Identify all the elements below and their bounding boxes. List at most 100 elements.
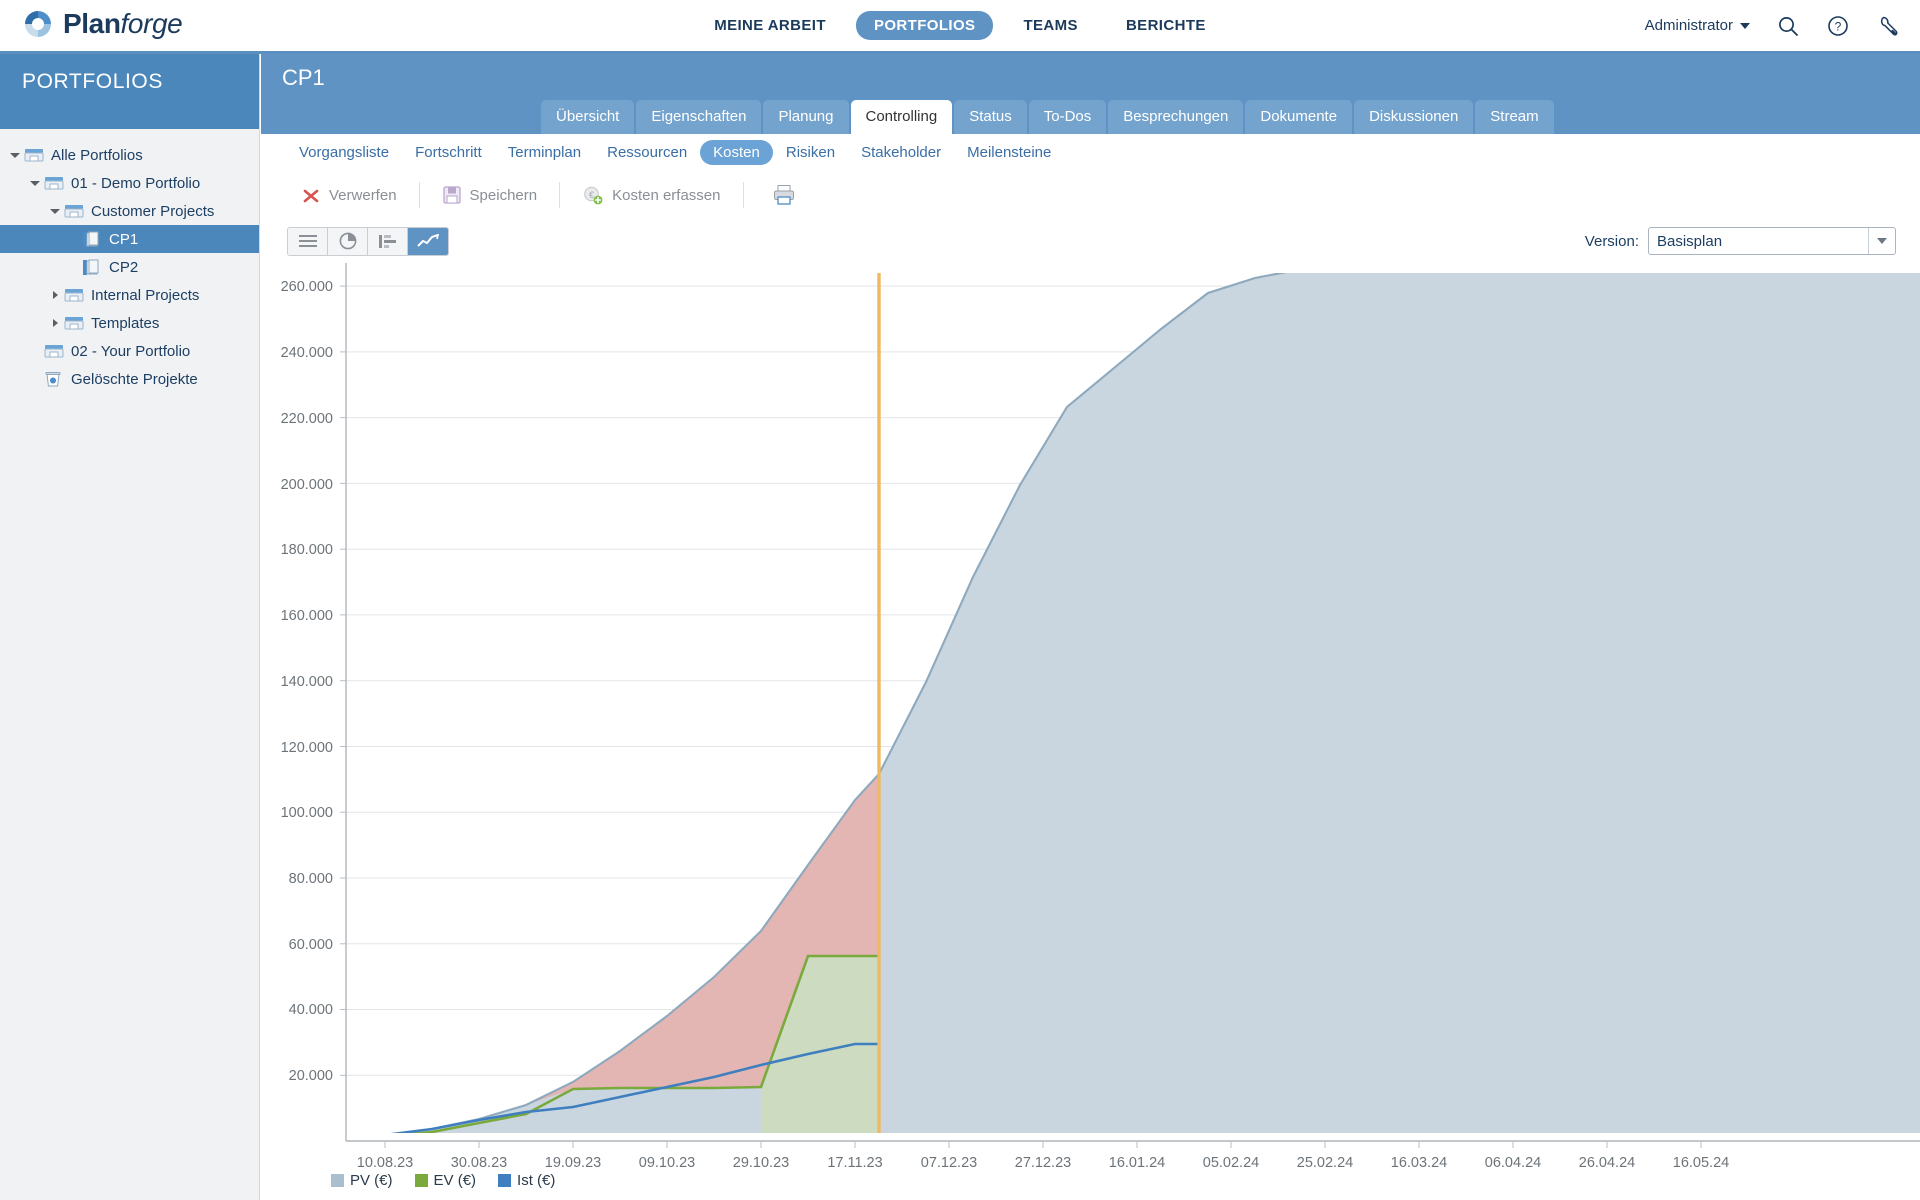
- y-tick-label: 220.000: [281, 411, 333, 427]
- x-tick-label: 30.08.23: [451, 1155, 507, 1171]
- discard-label: Verwerfen: [329, 186, 397, 204]
- tree-item-label: CP1: [109, 230, 139, 248]
- legend-swatch-ist: [498, 1174, 512, 1187]
- tab-to-dos[interactable]: To-Dos: [1028, 100, 1107, 134]
- subnav-kosten[interactable]: Kosten: [700, 140, 773, 165]
- x-tick-label: 10.08.23: [357, 1155, 413, 1171]
- project-icon: [82, 259, 106, 276]
- search-icon[interactable]: [1776, 14, 1800, 38]
- page-title: CP1: [282, 65, 325, 90]
- twisty-expanded-icon[interactable]: [26, 169, 44, 197]
- nav-teams[interactable]: TEAMS: [1005, 11, 1096, 40]
- y-tick-label: 100.000: [281, 805, 333, 821]
- help-icon[interactable]: ?: [1826, 14, 1850, 38]
- tree-item-templates[interactable]: Templates: [0, 309, 259, 337]
- tree-item-cp2[interactable]: CP2: [0, 253, 259, 281]
- tab-status[interactable]: Status: [954, 100, 1027, 134]
- subnav-meilensteine[interactable]: Meilensteine: [954, 140, 1064, 165]
- list-view-icon[interactable]: [288, 227, 328, 255]
- version-control: Version: Basisplan: [1585, 227, 1896, 255]
- x-tick-label: 27.12.23: [1015, 1155, 1071, 1171]
- subnav-vorgangsliste[interactable]: Vorgangsliste: [286, 140, 402, 165]
- x-tick-label: 26.04.24: [1579, 1155, 1635, 1171]
- subnav-stakeholder[interactable]: Stakeholder: [848, 140, 954, 165]
- legend-item-pv[interactable]: PV (€): [331, 1172, 393, 1189]
- x-tick-label: 07.12.23: [921, 1155, 977, 1171]
- tree-item-alle-portfolios[interactable]: Alle Portfolios: [0, 141, 259, 169]
- subnav-ressourcen[interactable]: Ressourcen: [594, 140, 700, 165]
- portfolio-folder-icon: [44, 175, 68, 191]
- user-menu[interactable]: Administrator: [1645, 17, 1750, 34]
- toolbar-divider: [418, 182, 420, 208]
- line-chart-icon[interactable]: [408, 227, 448, 255]
- twisty-collapsed-icon[interactable]: [46, 281, 64, 309]
- tab-eigenschaften[interactable]: Eigenschaften: [636, 100, 762, 134]
- twisty-placeholder: [64, 225, 82, 253]
- tree-item-customer-projects[interactable]: Customer Projects: [0, 197, 259, 225]
- user-name: Administrator: [1644, 17, 1733, 34]
- tab-planung[interactable]: Planung: [763, 100, 849, 134]
- tree-item-geloeschte-projekte[interactable]: Gelöschte Projekte: [0, 365, 259, 393]
- portfolio-folder-icon: [64, 315, 88, 331]
- tree-item-02-your-portfolio[interactable]: 02 - Your Portfolio: [0, 337, 259, 365]
- trash-icon: [44, 371, 68, 388]
- top-right-actions: Administrator ?: [1645, 0, 1900, 51]
- tree-item-internal-projects[interactable]: Internal Projects: [0, 281, 259, 309]
- legend-swatch-ev: [414, 1174, 428, 1187]
- tree-item-label: Alle Portfolios: [51, 146, 143, 164]
- x-tick-label: 29.10.23: [733, 1155, 789, 1171]
- toolbar-divider: [559, 182, 561, 208]
- x-tick-label: 16.01.24: [1109, 1155, 1165, 1171]
- evm-chart-svg: 20.000 40.000 60.000 80.000 100.000 120.…: [281, 263, 1920, 1171]
- y-tick-label: 240.000: [281, 345, 333, 361]
- capture-costs-button[interactable]: € Kosten erfassen: [568, 181, 734, 209]
- discard-button[interactable]: Verwerfen: [287, 181, 411, 209]
- chart-legend: PV (€) EV (€) Ist (€): [331, 1172, 555, 1189]
- tab-besprechungen[interactable]: Besprechungen: [1108, 100, 1244, 134]
- twisty-expanded-icon[interactable]: [46, 197, 64, 225]
- version-value: Basisplan: [1657, 232, 1723, 250]
- save-floppy-icon: [442, 186, 461, 204]
- subnav-terminplan[interactable]: Terminplan: [495, 140, 594, 165]
- tab-controlling[interactable]: Controlling: [850, 100, 953, 134]
- portfolio-folder-icon: [64, 287, 88, 303]
- tab-diskussionen[interactable]: Diskussionen: [1354, 100, 1474, 134]
- nav-berichte[interactable]: BERICHTE: [1108, 11, 1224, 40]
- controlling-subnav: Vorgangsliste Fortschritt Terminplan Res…: [261, 134, 1920, 171]
- tree-item-01-demo-portfolio[interactable]: 01 - Demo Portfolio: [0, 169, 259, 197]
- bar-chart-icon[interactable]: [368, 227, 408, 255]
- subnav-fortschritt[interactable]: Fortschritt: [402, 140, 495, 165]
- x-tick-label: 09.10.23: [639, 1155, 695, 1171]
- legend-item-ev[interactable]: EV (€): [414, 1172, 476, 1189]
- twisty-collapsed-icon[interactable]: [46, 309, 64, 337]
- pie-chart-icon[interactable]: [328, 227, 368, 255]
- discard-x-icon: [303, 189, 319, 203]
- legend-item-ist[interactable]: Ist (€): [498, 1172, 555, 1189]
- tools-icon[interactable]: [1876, 14, 1900, 38]
- nav-portfolios[interactable]: PORTFOLIOS: [855, 11, 994, 40]
- tab-dokumente[interactable]: Dokumente: [1245, 100, 1353, 134]
- twisty-placeholder: [64, 253, 82, 281]
- view-mode-bar: Version: Basisplan: [261, 219, 1920, 263]
- tab-stream[interactable]: Stream: [1475, 100, 1554, 134]
- main-content: CP1 Übersicht Eigenschaften Planung Cont…: [261, 54, 1920, 1200]
- portfolio-tree: Alle Portfolios 01 - Demo Portfolio Cust…: [0, 129, 259, 393]
- legend-label-ist: Ist (€): [517, 1172, 556, 1189]
- tree-item-label: 02 - Your Portfolio: [71, 342, 191, 360]
- chevron-down-icon[interactable]: [1868, 228, 1895, 254]
- y-tick-label: 60.000: [289, 937, 333, 953]
- sidebar-title: PORTFOLIOS: [0, 54, 259, 129]
- version-select[interactable]: Basisplan: [1648, 227, 1896, 255]
- twisty-expanded-icon[interactable]: [6, 141, 24, 169]
- x-tick-label: 16.05.24: [1673, 1155, 1729, 1171]
- twisty-placeholder: [26, 365, 44, 393]
- save-button[interactable]: Speichern: [428, 181, 552, 209]
- tree-item-cp1[interactable]: CP1: [0, 225, 259, 253]
- nav-meine-arbeit[interactable]: MEINE ARBEIT: [696, 11, 844, 40]
- x-tick-label: 05.02.24: [1203, 1155, 1259, 1171]
- print-button[interactable]: [752, 180, 810, 210]
- subnav-risiken[interactable]: Risiken: [773, 140, 848, 165]
- svg-text:€: €: [589, 190, 594, 200]
- tab-uebersicht[interactable]: Übersicht: [541, 100, 635, 134]
- chevron-down-icon: [1740, 22, 1750, 29]
